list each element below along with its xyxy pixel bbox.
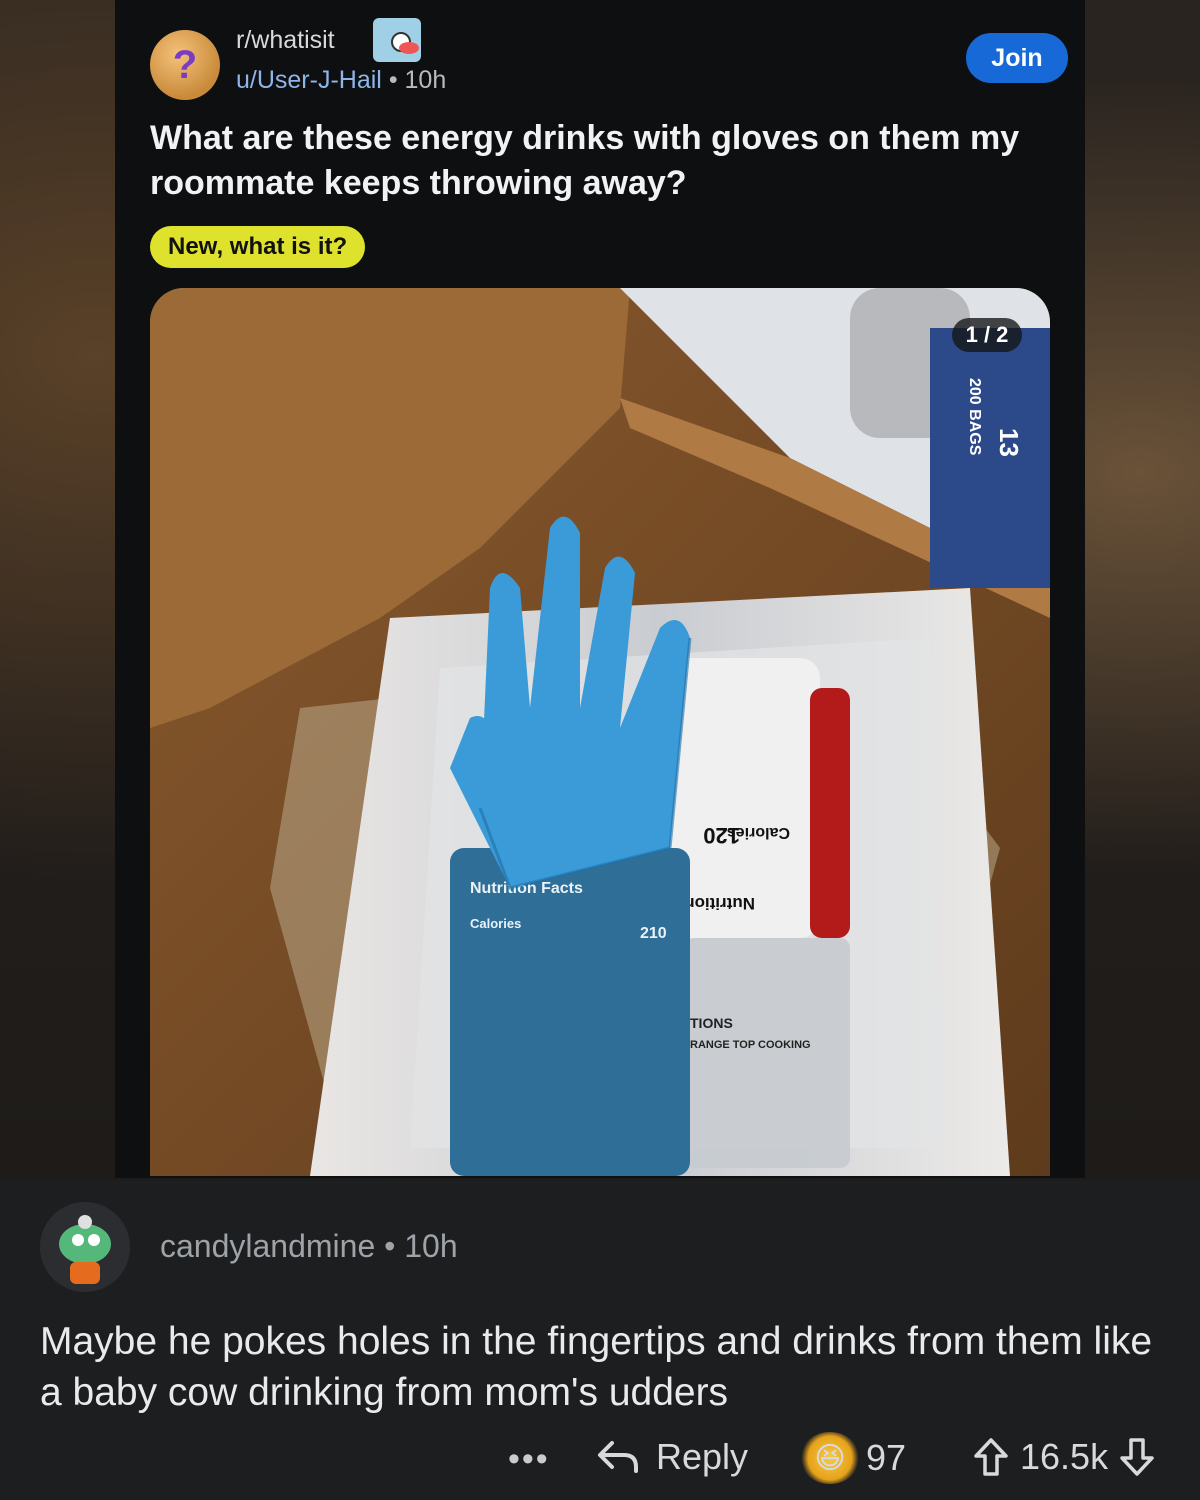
- laughing-award-icon: 😆: [800, 1432, 860, 1484]
- more-options-button[interactable]: •••: [508, 1440, 550, 1479]
- comment-meta-separator: •: [384, 1228, 396, 1264]
- post-title[interactable]: What are these energy drinks with gloves…: [150, 116, 1050, 206]
- reply-arrow-icon: [598, 1441, 638, 1473]
- post-time: 10h: [404, 66, 447, 94]
- box-bag-count: 200 BAGS: [966, 378, 983, 456]
- comment-avatar[interactable]: [40, 1202, 130, 1292]
- can-calories-value: 210: [640, 925, 667, 942]
- vote-controls: 16.5k: [962, 1436, 1166, 1478]
- instructions-line: RANGE TOP COOKING: [690, 1039, 811, 1051]
- box-number: 13: [994, 428, 1024, 457]
- comment-meta: candylandmine • 10h: [160, 1228, 458, 1265]
- reply-button[interactable]: Reply: [596, 1436, 748, 1478]
- subreddit-avatar[interactable]: ?: [150, 30, 220, 100]
- instructions-heading: TIONS: [690, 1015, 733, 1031]
- post-meta: u/User-J-Hail • 10h: [236, 66, 446, 95]
- image-page-indicator: 1 / 2: [952, 318, 1022, 352]
- award-button[interactable]: 😆 97: [800, 1432, 906, 1484]
- vote-count: 16.5k: [1020, 1436, 1109, 1477]
- snoo-avatar-icon: [40, 1202, 130, 1292]
- post-author[interactable]: u/User-J-Hail: [236, 66, 382, 94]
- can-calories-label: Calories: [470, 916, 521, 931]
- comment-time: 10h: [404, 1228, 458, 1264]
- meta-separator: •: [388, 66, 398, 94]
- comment-body: Maybe he pokes holes in the fingertips a…: [40, 1320, 1153, 1414]
- post-image[interactable]: 13 200 BAGS Nutrition Facts Calories 120…: [150, 288, 1050, 1176]
- subreddit-badge-icon: [373, 18, 421, 62]
- reply-label: Reply: [656, 1436, 749, 1477]
- award-count: 97: [866, 1437, 907, 1478]
- comment-author[interactable]: candylandmine: [160, 1228, 375, 1264]
- post-flair[interactable]: New, what is it?: [150, 226, 366, 268]
- subreddit-name[interactable]: r/whatisit: [236, 26, 335, 55]
- bottle-calories-value: 120: [703, 823, 740, 848]
- trash-can-photo: 13 200 BAGS Nutrition Facts Calories 120…: [150, 288, 1050, 1176]
- downvote-arrow-icon[interactable]: [1118, 1436, 1156, 1478]
- comment-action-bar: ••• Reply 😆 97 16.5k: [0, 1430, 1200, 1490]
- join-button[interactable]: Join: [966, 33, 1068, 83]
- upvote-arrow-icon[interactable]: [972, 1436, 1010, 1478]
